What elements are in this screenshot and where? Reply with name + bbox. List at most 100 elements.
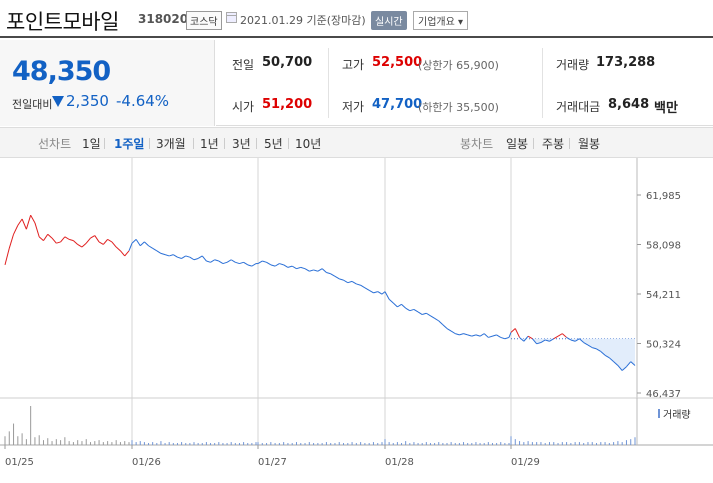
price-line-segment xyxy=(438,320,444,326)
price-line-segment xyxy=(90,235,96,239)
price-line-segment xyxy=(173,254,178,258)
price-line-segment xyxy=(262,260,267,263)
price-line-segment xyxy=(77,244,83,248)
tab-10year[interactable]: 10년 xyxy=(295,135,321,152)
tab-divider xyxy=(149,138,150,149)
price-line-segment xyxy=(471,334,477,337)
price-line-segment xyxy=(442,324,448,329)
price-line-segment xyxy=(514,328,521,338)
price-line-segment xyxy=(247,264,253,267)
price-line-segment xyxy=(384,291,390,300)
price-line-segment xyxy=(368,289,374,294)
price-line-segment xyxy=(51,237,57,244)
price-line-segment xyxy=(17,218,23,226)
y-tick-label: 58,098 xyxy=(646,241,681,252)
price-line-segment xyxy=(321,268,327,273)
price-line-segment xyxy=(388,298,394,304)
price-line-segment xyxy=(201,255,207,262)
price-line-segment xyxy=(339,278,344,281)
price-line-segment xyxy=(409,308,415,312)
price-line-segment xyxy=(243,261,248,266)
tab-divider xyxy=(193,138,194,149)
volume-value: 173,288 xyxy=(596,55,656,70)
page-header: 포인트모바일 318020 코스닥 2021.01.29 기준(장마감) 실시간… xyxy=(0,0,713,38)
amount-label: 거래대금 xyxy=(556,100,601,114)
price-line-segment xyxy=(553,335,559,340)
x-tick-label: 01/27 xyxy=(258,457,287,468)
x-tick-label: 01/25 xyxy=(5,457,34,468)
low-value: 47,700 xyxy=(372,97,423,112)
price-line-segment xyxy=(164,254,170,257)
price-line-segment xyxy=(326,272,331,275)
price-line-segment xyxy=(64,236,70,240)
tab-divider xyxy=(256,138,257,149)
price-line-segment xyxy=(373,291,378,294)
realtime-button[interactable]: 실시간 xyxy=(371,11,407,30)
tab-weekly-candle[interactable]: 주봉 xyxy=(542,135,564,152)
tab-5year[interactable]: 5년 xyxy=(264,135,283,152)
current-price: 48,350 xyxy=(12,56,111,87)
y-tick-label: 61,985 xyxy=(646,191,681,202)
price-line-segment xyxy=(364,287,370,291)
prev-close-label: 전일 xyxy=(232,58,255,72)
stock-name: 포인트모바일 xyxy=(6,10,119,34)
y-tick-label: 50,324 xyxy=(646,340,681,351)
tab-1day[interactable]: 1일 xyxy=(82,135,101,152)
price-line-segment xyxy=(144,241,149,247)
tab-divider xyxy=(569,138,570,149)
open-label: 시가 xyxy=(232,100,255,114)
price-line-segment xyxy=(557,333,563,337)
price-line-segment xyxy=(413,308,419,313)
divider xyxy=(542,48,543,118)
open-value: 51,200 xyxy=(262,97,313,112)
price-summary: 48,350 전일대비 2,350 -4.64% xyxy=(0,40,215,126)
tab-daily-candle[interactable]: 일봉 xyxy=(506,135,528,152)
company-overview-dropdown[interactable]: 기업개요 ▾ xyxy=(413,11,468,30)
price-line-segment xyxy=(152,247,158,252)
tab-1year[interactable]: 1년 xyxy=(200,135,219,152)
price-line-segment xyxy=(56,241,61,244)
price-line-segment xyxy=(21,218,27,230)
tab-divider xyxy=(104,138,105,149)
price-line-segment xyxy=(94,235,100,243)
price-line-segment xyxy=(291,265,297,270)
price-line-segment xyxy=(467,334,472,337)
y-tick-label: 54,211 xyxy=(646,290,681,301)
price-line-segment xyxy=(43,234,49,241)
volume-label: 거래량 xyxy=(556,58,590,72)
price-line-segment xyxy=(47,233,53,239)
calendar-icon xyxy=(226,12,237,23)
tab-1week[interactable]: 1주일 xyxy=(114,135,144,152)
tab-divider xyxy=(533,138,534,149)
price-line-segment xyxy=(68,238,74,242)
price-line-segment xyxy=(115,246,121,252)
price-line-segment xyxy=(230,259,236,263)
change-label: 전일대비 xyxy=(12,98,53,111)
tab-3month[interactable]: 3개월 xyxy=(156,135,186,152)
tab-3year[interactable]: 3년 xyxy=(232,135,251,152)
lower-limit: (하한가 35,500) xyxy=(418,101,499,114)
price-line-segment xyxy=(483,333,489,338)
price-line-segment xyxy=(434,317,439,322)
price-line-segment xyxy=(527,335,533,340)
price-line-segment xyxy=(270,264,276,267)
price-line-segment xyxy=(279,263,284,266)
price-line-segment xyxy=(317,268,323,272)
line-chart-label: 선차트 xyxy=(38,137,72,151)
change-percent: -4.64% xyxy=(116,92,170,110)
tab-monthly-candle[interactable]: 월봉 xyxy=(578,135,600,152)
price-line-segment xyxy=(85,237,91,244)
high-value: 52,500 xyxy=(372,55,423,70)
price-line-segment xyxy=(360,284,366,289)
x-tick-label: 01/28 xyxy=(385,457,414,468)
price-line-segment xyxy=(455,333,460,336)
price-line-segment xyxy=(38,236,44,242)
price-line-segment xyxy=(488,335,493,338)
price-line-segment xyxy=(561,333,567,338)
upper-limit: (상한가 65,900) xyxy=(418,59,499,72)
x-tick-label: 01/26 xyxy=(132,457,161,468)
down-triangle-icon xyxy=(52,96,64,107)
price-line-segment xyxy=(98,241,104,245)
price-line-segment xyxy=(185,255,191,258)
price-chart[interactable]: 61,98558,09854,21150,32446,437거래량01/25 01… xyxy=(0,158,713,483)
